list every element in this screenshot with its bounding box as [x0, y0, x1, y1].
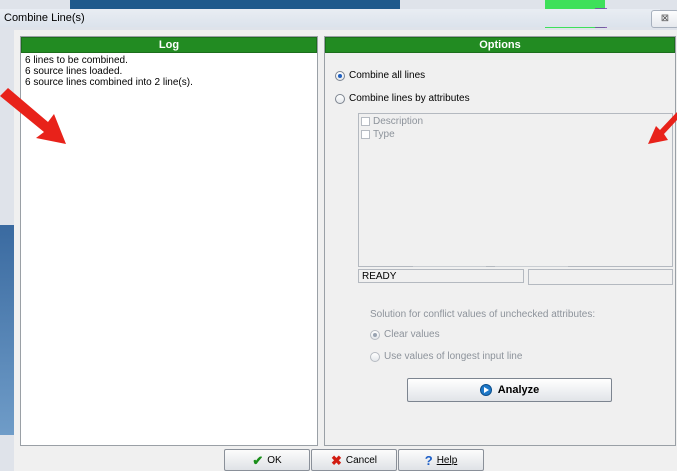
title-bar	[0, 9, 660, 27]
longest-line-label: Use values of longest input line	[384, 351, 523, 362]
attribute-description-row: Description	[361, 116, 672, 127]
ok-button[interactable]: ✔ OK	[224, 449, 310, 471]
status-field: READY	[358, 269, 524, 283]
longest-line-radio	[370, 351, 380, 362]
check-icon: ✔	[252, 452, 264, 468]
question-icon: ?	[424, 452, 433, 468]
combine-by-attributes-radio[interactable]	[335, 93, 345, 104]
log-line: 6 source lines loaded.	[25, 66, 123, 77]
attribute-type-checkbox	[361, 130, 370, 139]
clear-values-radio-row: Clear values	[370, 329, 440, 340]
help-label: Help	[436, 454, 458, 466]
ok-label: OK	[267, 454, 282, 466]
dialog-client-area: Log 6 lines to be combined. 6 source lin…	[14, 30, 677, 471]
options-header: Options	[325, 37, 675, 53]
window-title: Combine Line(s)	[4, 12, 85, 24]
combine-all-radio-row[interactable]: Combine all lines	[335, 70, 425, 81]
log-header: Log	[21, 37, 317, 53]
help-button[interactable]: ? Help	[398, 449, 484, 471]
combine-all-radio[interactable]	[335, 70, 345, 81]
log-line: 6 lines to be combined.	[25, 55, 128, 66]
combine-by-attributes-radio-row[interactable]: Combine lines by attributes	[335, 93, 470, 104]
attribute-type-label: Type	[373, 129, 395, 140]
options-panel: Options Combine all lines Combine lines …	[324, 36, 676, 446]
conflict-solution-label: Solution for conflict values of unchecke…	[370, 309, 596, 320]
close-button[interactable]: ⊠	[651, 10, 677, 28]
longest-line-radio-row: Use values of longest input line	[370, 351, 522, 362]
play-circle-icon	[479, 384, 492, 396]
attribute-description-checkbox	[361, 117, 370, 126]
analyze-label: Analyze	[497, 384, 540, 396]
log-line: 6 source lines combined into 2 line(s).	[25, 77, 193, 88]
attribute-type-row: Type	[361, 129, 672, 140]
cancel-button[interactable]: ✖ Cancel	[311, 449, 397, 471]
x-icon: ✖	[330, 452, 342, 468]
log-text[interactable]: 6 lines to be combined. 6 source lines l…	[21, 53, 317, 90]
combine-all-label: Combine all lines	[349, 70, 426, 81]
status-field-secondary	[528, 269, 673, 285]
cancel-label: Cancel	[345, 454, 378, 466]
annotation-arrow-left	[0, 88, 66, 144]
annotation-arrow-right	[648, 112, 677, 144]
attributes-list: Description Type	[358, 113, 673, 267]
combine-by-attributes-label: Combine lines by attributes	[349, 93, 470, 104]
clear-values-radio	[370, 329, 380, 340]
close-icon: ⊠	[660, 13, 670, 24]
analyze-button[interactable]: Analyze	[407, 378, 612, 402]
attribute-description-label: Description	[373, 116, 424, 127]
status-bar: READY	[358, 269, 673, 285]
clear-values-label: Clear values	[384, 329, 440, 340]
combine-lines-dialog: Combine Line(s) ⊠ Log 6 lines to be comb…	[0, 0, 677, 471]
